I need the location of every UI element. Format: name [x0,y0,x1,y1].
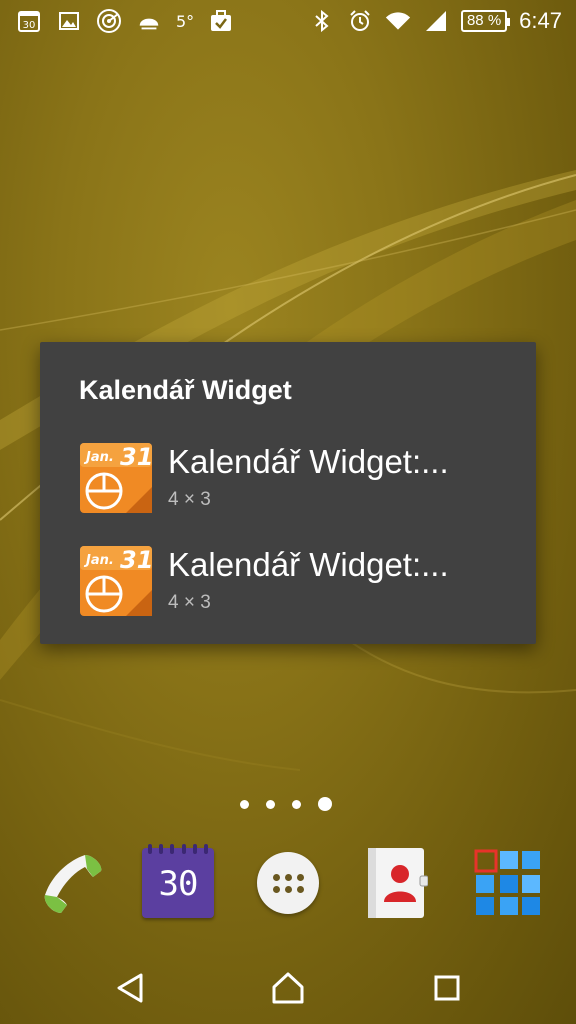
recent-apps-icon [434,975,460,1001]
weather-cloud-icon [136,8,162,34]
home-icon [272,972,304,1004]
dock: 30 [0,843,576,923]
widget-picker-title: Kalendář Widget [79,375,292,405]
apps-grid-icon [257,852,319,914]
wifi-icon [385,8,411,34]
signal-icon [423,8,449,34]
dock-calendar[interactable]: 30 [138,843,218,923]
bluetooth-icon [309,8,335,34]
widget-picker-dialog: Kalendář Widget Jan. 31 Kalendář Widget:… [40,342,536,644]
widget-icon-day: 31 [120,546,153,574]
dock-album[interactable] [468,843,548,923]
page-dot-active[interactable] [318,797,332,811]
page-dot[interactable] [266,799,275,809]
widget-option[interactable]: Jan. 31 Kalendář Widget:... 4 × 3 [78,437,508,517]
widget-option[interactable]: Jan. 31 Kalendář Widget:... 4 × 3 [78,540,508,620]
calendar-widget-icon: Jan. 31 [78,439,154,515]
gallery-icon [56,8,82,34]
alarm-icon [347,8,373,34]
calendar-widget-icon: Jan. 31 [78,542,154,618]
calendar-icon: 30 [142,844,214,918]
widget-icon-month: Jan. [83,553,114,568]
home-button[interactable] [268,968,308,1008]
navigation-bar [0,950,576,1024]
status-bar: 30 5° 88 % 6:47 [0,0,576,42]
widget-icon-day: 31 [120,443,153,471]
widget-option-size: 4 × 3 [168,592,211,613]
widget-option-title: Kalendář Widget:... [168,443,449,480]
contacts-icon [368,848,428,918]
page-indicator[interactable] [240,797,349,811]
widget-option-title: Kalendář Widget:... [168,546,449,583]
status-time: 6:47 [519,8,562,33]
page-dot[interactable] [240,799,249,809]
page-dot[interactable] [292,799,301,809]
dock-contacts[interactable] [357,843,437,923]
status-calendar-day: 30 [23,20,36,31]
widget-option-size: 4 × 3 [168,489,211,510]
dock-phone[interactable] [33,843,113,923]
back-icon [117,973,143,1003]
calendar-day: 30 [158,864,199,904]
album-tiles-icon [474,849,540,915]
battery-icon: 88 % [460,10,511,32]
widget-icon-month: Jan. [83,450,114,465]
recent-apps-button[interactable] [427,968,467,1008]
phone-icon [44,855,102,913]
briefcase-check-icon [208,8,234,34]
calendar-30-icon: 30 [16,8,42,34]
radar-icon [96,8,122,34]
back-button[interactable] [110,968,150,1008]
status-temperature: 5° [176,11,195,31]
dock-app-drawer[interactable] [248,843,328,923]
